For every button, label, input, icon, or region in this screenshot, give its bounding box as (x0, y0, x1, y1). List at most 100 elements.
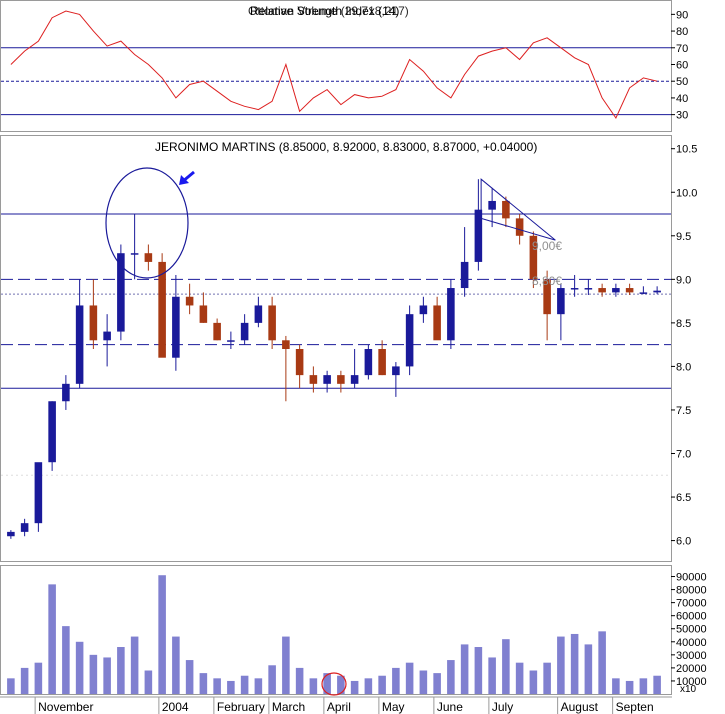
volume-bar (570, 633, 579, 694)
price-tick-label: 7.0 (676, 449, 691, 461)
volume-tick-label: 90000 (676, 572, 707, 584)
volume-bar (460, 644, 469, 694)
candle-body (185, 296, 194, 306)
volume-bar (227, 680, 235, 694)
price-title: JERONIMO MARTINS (8.85000, 8.92000, 8.83… (155, 140, 537, 154)
volume-tick-label: 50000 (676, 624, 707, 636)
annotation-8-80: 8,80€ (532, 274, 562, 288)
rsi-tick-label: 50 (676, 76, 688, 88)
price-tick-label: 9.5 (676, 231, 691, 243)
volume-bar (185, 660, 194, 694)
x-axis-label: April (327, 700, 351, 714)
volume-bar (529, 670, 538, 694)
rsi-tick-label: 70 (676, 43, 688, 55)
annotation-9-00: 9,00€ (532, 239, 562, 253)
volume-bar (433, 673, 441, 694)
rsi-tick-label: 60 (676, 59, 688, 71)
candle-body (515, 218, 524, 236)
volume-bar (240, 675, 249, 694)
x-axis-label: November (38, 700, 93, 714)
candle-body (254, 305, 263, 323)
x-axis-label: August (561, 700, 599, 714)
volume-bar (158, 575, 166, 694)
volume-bar (612, 678, 620, 694)
volume-bar (172, 636, 180, 694)
candle-body (392, 366, 400, 376)
candle-body (639, 292, 648, 294)
volume-bar (199, 673, 208, 694)
volume-bar (653, 675, 661, 694)
candle-body (502, 200, 510, 219)
volume-bar (254, 678, 263, 694)
candle-body (7, 531, 15, 537)
x-axis-label: May (382, 700, 405, 714)
volume-bar (584, 644, 593, 694)
candle-body (62, 383, 70, 402)
volume-bar (598, 631, 606, 694)
volume-bar (419, 670, 428, 694)
volume-bar (447, 660, 455, 694)
volume-unit-label: x10 (680, 684, 697, 695)
candle-body (227, 340, 235, 342)
candle-body (378, 349, 386, 376)
candle-body (268, 305, 276, 341)
candle-body (89, 305, 98, 341)
price-panel (0, 135, 672, 562)
volume-bar (392, 667, 400, 694)
candle-body (34, 462, 43, 524)
volume-bar (144, 670, 153, 694)
candle-body (570, 288, 579, 290)
price-tick-label: 7.5 (676, 405, 691, 417)
volume-tick-label: 40000 (676, 637, 707, 649)
volume-bar (364, 678, 373, 694)
price-tick-label: 9.0 (676, 274, 691, 286)
candle-body (612, 288, 620, 293)
volume-tick-label: 30000 (676, 650, 707, 662)
volume-bar (295, 667, 304, 694)
volume-bar (282, 636, 290, 694)
volume-bar (474, 647, 483, 694)
volume-tick-label: 60000 (676, 611, 707, 623)
candle-body (557, 288, 565, 315)
x-axis: November 2004 February March April May June Jul… (0, 696, 672, 714)
volume-bar (378, 675, 386, 694)
stock-chart: 30 40 50 60 70 80 90 6.0 6.5 7.0 7.5 8.0 8.5 9.0 9.5 1… (0, 0, 707, 714)
candle-body (158, 261, 166, 358)
volume-bar (488, 657, 496, 694)
volume-bar (309, 678, 318, 694)
volume-bar (625, 680, 634, 694)
candle-body (350, 375, 359, 384)
rsi-panel (0, 0, 672, 132)
candle-body (199, 305, 208, 323)
volume-bar (103, 657, 111, 694)
volume-bar (130, 636, 139, 694)
candle-body (337, 375, 345, 384)
candle-body (584, 288, 593, 290)
volume-bar (515, 662, 524, 694)
volume-bar (7, 678, 15, 694)
candle-body (598, 288, 606, 293)
price-tick-label: 8.0 (676, 361, 691, 373)
price-tick-label: 6.0 (676, 536, 691, 548)
rsi-title-overlay: Ottoman Volume (29,718,217) (248, 4, 409, 18)
candle-body (48, 401, 56, 463)
candle-body (309, 375, 318, 384)
volume-bar (62, 626, 70, 694)
candle-body (625, 288, 634, 293)
rsi-tick-label: 80 (676, 26, 688, 38)
candle-body (172, 296, 180, 358)
candle-body (460, 261, 469, 289)
candle-body (130, 253, 139, 255)
candle-body (405, 314, 414, 367)
candle-body (419, 305, 428, 315)
volume-bar (48, 584, 56, 694)
candle-body (20, 523, 29, 532)
candle-body (323, 375, 331, 384)
candle-body (213, 322, 221, 341)
volume-tick-label: 70000 (676, 598, 707, 610)
volume-bar (350, 680, 359, 694)
candle-body (488, 200, 496, 210)
x-axis-label: March (272, 700, 305, 714)
candle-body (103, 331, 111, 341)
volume-bar (557, 636, 565, 694)
